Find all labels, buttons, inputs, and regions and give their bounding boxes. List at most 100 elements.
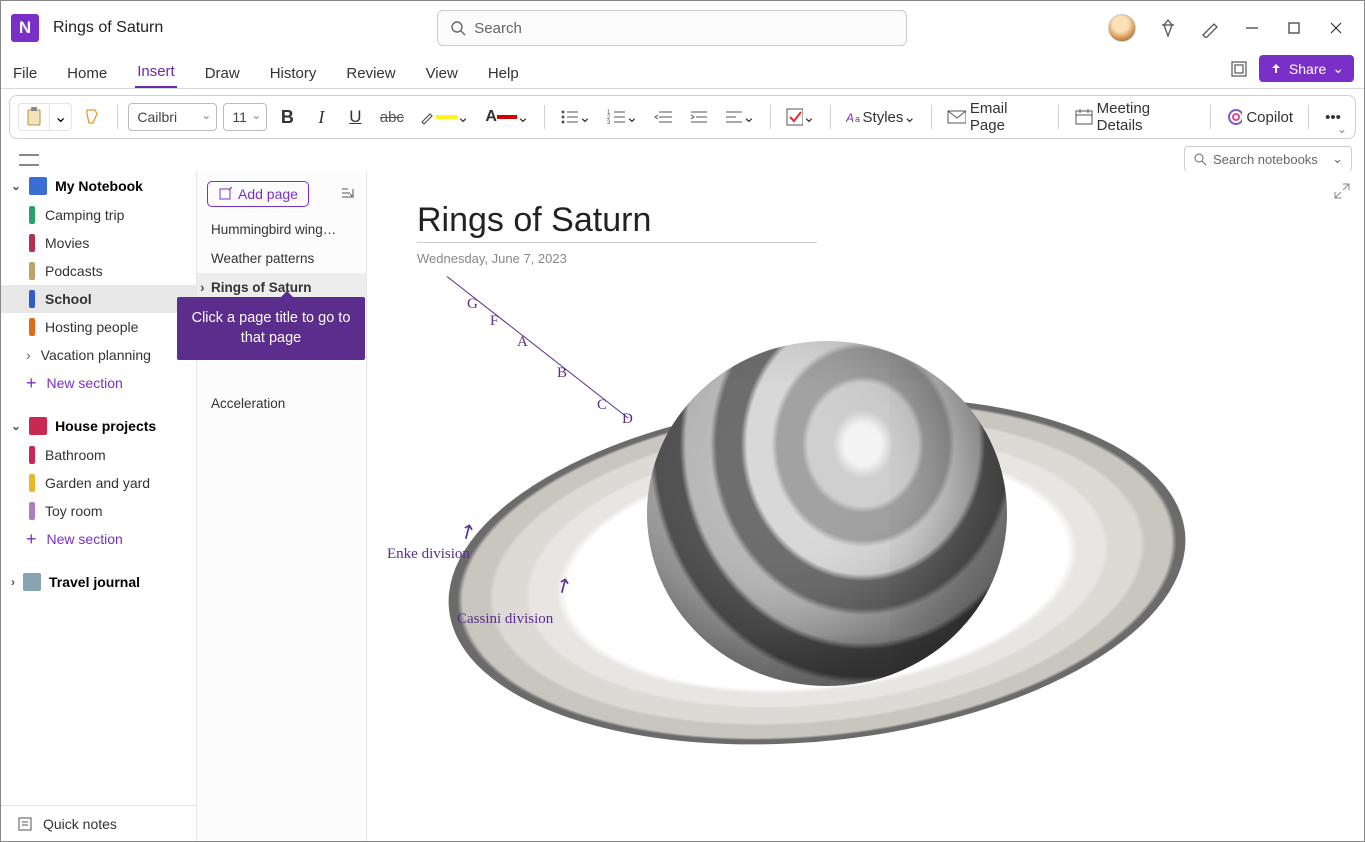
highlight-button[interactable]: ⌄ <box>414 102 474 132</box>
section-color <box>29 318 35 336</box>
align-button[interactable]: ⌄ <box>719 102 760 132</box>
quick-notes-button[interactable]: Quick notes <box>1 805 197 841</box>
page-item[interactable]: Weather patterns <box>197 244 366 273</box>
notebook-name: Travel journal <box>49 574 140 590</box>
saturn-illustration: G F A B C D Enke division ↗ Cassini divi… <box>387 271 1187 771</box>
section-color <box>29 474 35 492</box>
notebook-color-swatch <box>29 417 47 435</box>
menu-view[interactable]: View <box>424 59 460 88</box>
section-school[interactable]: School <box>1 285 196 313</box>
add-page-button[interactable]: Add page <box>207 181 309 207</box>
meeting-details-button[interactable]: Meeting Details <box>1069 102 1200 132</box>
format-painter-button[interactable] <box>78 102 107 132</box>
search-notebooks-placeholder: Search notebooks <box>1213 152 1318 167</box>
share-button[interactable]: Share ⌄ <box>1259 55 1354 82</box>
notebook-name: House projects <box>55 418 156 434</box>
menu-file[interactable]: File <box>11 59 39 88</box>
menu-home[interactable]: Home <box>65 59 109 88</box>
number-list-button[interactable]: 123⌄ <box>602 102 643 132</box>
menu-review[interactable]: Review <box>344 59 397 88</box>
separator <box>544 105 545 129</box>
font-size-select[interactable]: 11 <box>223 103 267 131</box>
notebook-name: My Notebook <box>55 178 143 194</box>
separator <box>1058 105 1059 129</box>
ribbon-expand-icon[interactable]: ⌄ <box>1337 122 1347 136</box>
section-podcasts[interactable]: Podcasts <box>1 257 196 285</box>
new-section-button[interactable]: +New section <box>1 525 196 553</box>
section-color <box>29 290 35 308</box>
title-bar: N Rings of Saturn Search <box>1 1 1364 55</box>
saturn-planet <box>647 341 1007 686</box>
maximize-button[interactable] <box>1284 18 1304 38</box>
font-select[interactable]: Cailbri <box>128 103 217 131</box>
minimize-button[interactable] <box>1242 18 1262 38</box>
annotation-cassini: Cassini division <box>457 611 553 628</box>
email-page-button[interactable]: Email Page <box>942 102 1048 132</box>
outdent-button[interactable] <box>649 102 678 132</box>
sub-bar: Search notebooks ⌄ <box>1 145 1364 173</box>
indent-button[interactable] <box>684 102 713 132</box>
font-color-button[interactable]: A⌄ <box>480 102 534 132</box>
section-garden[interactable]: Garden and yard <box>1 469 196 497</box>
section-toy-room[interactable]: Toy room <box>1 497 196 525</box>
user-avatar[interactable] <box>1108 14 1136 42</box>
menu-draw[interactable]: Draw <box>203 59 242 88</box>
page-item[interactable]: Acceleration <box>197 389 366 418</box>
global-search[interactable]: Search <box>437 10 907 46</box>
page-item[interactable]: Hummingbird wing… <box>197 215 366 244</box>
strikethrough-button[interactable]: abc <box>375 102 408 132</box>
section-hosting-people[interactable]: Hosting people <box>1 313 196 341</box>
chevron-down-icon: ⌄ <box>1332 60 1344 77</box>
notebook-color-swatch <box>23 573 41 591</box>
section-vacation-planning[interactable]: ›Vacation planning <box>1 341 196 369</box>
chevron-down-icon: ⌄ <box>11 419 21 433</box>
new-section-button[interactable]: +New section <box>1 369 196 397</box>
underline-button[interactable]: U <box>341 102 369 132</box>
page-list-panel: Add page Hummingbird wing… Weather patte… <box>197 171 367 841</box>
main-layout: ⌄ My Notebook Camping trip Movies Podcas… <box>1 171 1364 841</box>
italic-button[interactable]: I <box>307 102 335 132</box>
chevron-down-icon: ⌄ <box>1332 151 1343 167</box>
copilot-label: Copilot <box>1246 109 1293 126</box>
section-color <box>29 206 35 224</box>
todo-tag-button[interactable]: ⌄ <box>781 102 820 132</box>
bold-button[interactable]: B <box>273 102 301 132</box>
bullet-list-button[interactable]: ⌄ <box>555 102 596 132</box>
page-date: Wednesday, June 7, 2023 <box>417 251 1314 266</box>
email-label: Email Page <box>970 100 1043 134</box>
section-bathroom[interactable]: Bathroom <box>1 441 196 469</box>
section-movies[interactable]: Movies <box>1 229 196 257</box>
notebook-travel-journal[interactable]: › Travel journal <box>1 567 196 597</box>
menu-help[interactable]: Help <box>486 59 521 88</box>
plus-icon: + <box>26 373 37 394</box>
page-title[interactable]: Rings of Saturn <box>417 201 1314 240</box>
copilot-button[interactable]: Copilot <box>1221 102 1298 132</box>
menu-insert[interactable]: Insert <box>135 57 177 88</box>
close-button[interactable] <box>1326 18 1346 38</box>
separator <box>770 105 771 129</box>
chevron-right-icon: › <box>26 347 31 363</box>
page-item[interactable]: … <box>197 360 366 389</box>
search-notebooks[interactable]: Search notebooks ⌄ <box>1184 146 1352 172</box>
section-color <box>29 446 35 464</box>
notebook-my-notebook[interactable]: ⌄ My Notebook <box>1 171 196 201</box>
svg-text:3: 3 <box>607 120 611 125</box>
meeting-label: Meeting Details <box>1097 100 1195 134</box>
paste-button[interactable]: ⌄ <box>18 103 72 131</box>
menu-history[interactable]: History <box>268 59 319 88</box>
separator <box>830 105 831 129</box>
annotation-enke: Enke division <box>387 546 470 563</box>
expand-canvas-icon[interactable] <box>1334 183 1350 199</box>
ruler-icon[interactable] <box>1200 18 1220 38</box>
notebook-house-projects[interactable]: ⌄ House projects <box>1 411 196 441</box>
open-in-app-icon[interactable] <box>1229 59 1249 79</box>
app-icon: N <box>11 14 39 42</box>
quick-notes-label: Quick notes <box>43 816 117 832</box>
styles-button[interactable]: Aa Styles ⌄ <box>841 102 921 132</box>
section-color <box>29 502 35 520</box>
section-camping-trip[interactable]: Camping trip <box>1 201 196 229</box>
page-canvas[interactable]: Rings of Saturn Wednesday, June 7, 2023 … <box>367 171 1364 841</box>
section-color <box>29 234 35 252</box>
sort-pages-icon[interactable] <box>340 186 356 202</box>
premium-icon[interactable] <box>1158 18 1178 38</box>
